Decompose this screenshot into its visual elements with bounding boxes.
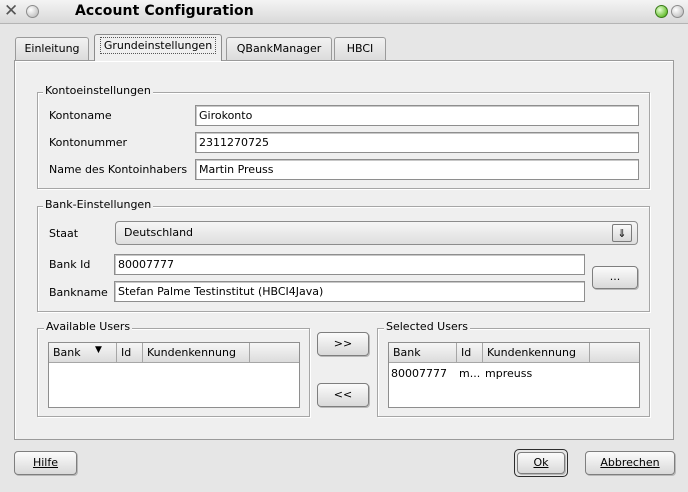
available-users-legend: Available Users — [44, 320, 133, 333]
bankname-field[interactable]: Stefan Palme Testinstitut (HBCI4Java) — [114, 281, 585, 302]
selected-users-list[interactable]: Bank Id Kundenkennung 80007777 m... mpre… — [388, 342, 640, 408]
cell-id: m... — [459, 367, 481, 380]
add-user-button[interactable]: >> — [317, 332, 369, 356]
dropdown-arrow-icon[interactable]: ⇓ — [612, 224, 632, 242]
bankid-field[interactable]: 80007777 — [114, 254, 585, 275]
tab-label: Einleitung — [24, 42, 80, 55]
tab-grundeinstellungen[interactable]: Grundeinstellungen — [94, 34, 222, 61]
tab-label: HBCI — [346, 42, 374, 55]
sort-descending-icon: ▼ — [95, 345, 102, 355]
tab-label: QBankManager — [236, 42, 322, 55]
bankid-label: Bank Id — [49, 258, 91, 271]
help-button-label: Hilfe — [32, 456, 59, 469]
konto-legend: Kontoeinstellungen — [43, 84, 153, 97]
staat-label: Staat — [49, 227, 79, 240]
column-header-filler — [250, 343, 299, 363]
kontoinhaber-label: Name des Kontoinhabers — [49, 163, 188, 176]
column-header-bank[interactable]: Bank ▼ — [49, 343, 117, 363]
window-title: Account Configuration — [75, 3, 254, 19]
ok-button[interactable]: Ok — [517, 452, 565, 474]
staat-select[interactable]: Deutschland — [115, 221, 638, 245]
tab-einleitung[interactable]: Einleitung — [15, 37, 89, 60]
available-users-list[interactable]: Bank ▼ Id Kundenkennung — [48, 342, 300, 408]
minimize-button[interactable] — [655, 5, 668, 18]
remove-user-button[interactable]: << — [317, 383, 369, 407]
kontonummer-label: Kontonummer — [49, 136, 128, 149]
kontoname-field[interactable]: Girokonto — [195, 105, 639, 126]
tab-qbankmanager[interactable]: QBankManager — [226, 37, 332, 60]
tab-hbci[interactable]: HBCI — [334, 37, 386, 60]
window-menu-button[interactable] — [26, 5, 39, 18]
column-header-label: Bank — [53, 346, 81, 359]
cell-kundenkennung: mpreuss — [485, 367, 533, 380]
column-header-id[interactable]: Id — [457, 343, 483, 363]
column-header-bank[interactable]: Bank — [389, 343, 457, 363]
bank-browse-button[interactable]: ... — [592, 266, 638, 289]
cell-bank: 80007777 — [391, 367, 447, 380]
kontoinhaber-field[interactable]: Martin Preuss — [195, 159, 639, 180]
kontoname-label: Kontoname — [49, 109, 112, 122]
close-icon[interactable]: ✕ — [4, 1, 18, 21]
maximize-button[interactable] — [671, 5, 684, 18]
cancel-button[interactable]: Abbrechen — [585, 451, 675, 475]
selected-users-legend: Selected Users — [384, 320, 470, 333]
column-header-kundenkennung[interactable]: Kundenkennung — [483, 343, 590, 363]
bankname-label: Bankname — [49, 286, 108, 299]
help-button[interactable]: Hilfe — [14, 451, 77, 475]
ok-button-label: Ok — [533, 456, 549, 469]
column-header-filler — [590, 343, 639, 363]
cancel-button-label: Abbrechen — [600, 456, 660, 469]
tab-label: Grundeinstellungen — [99, 37, 217, 54]
column-header-kundenkennung[interactable]: Kundenkennung — [143, 343, 250, 363]
bank-legend: Bank-Einstellungen — [43, 198, 154, 211]
kontonummer-field[interactable]: 2311270725 — [195, 132, 639, 153]
column-header-id[interactable]: Id — [117, 343, 143, 363]
